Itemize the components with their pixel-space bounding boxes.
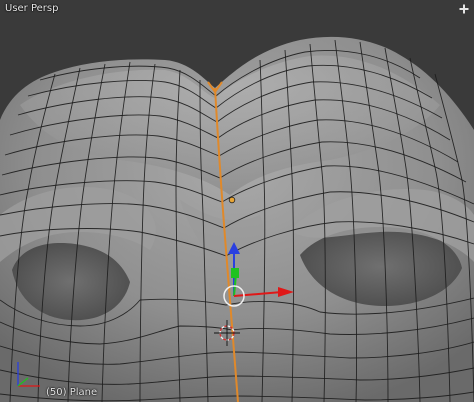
y-axis-handle[interactable] — [231, 268, 239, 278]
3d-viewport[interactable]: User Persp (50) Plane — [0, 0, 474, 402]
viewport-menu-button[interactable] — [458, 3, 470, 15]
axis-orientation-icon — [17, 362, 40, 387]
object-label: (50) Plane — [46, 387, 98, 398]
active-vertex[interactable] — [228, 196, 236, 204]
mesh-scene[interactable] — [0, 0, 474, 402]
plus-icon — [459, 4, 469, 14]
view-label: User Persp — [5, 3, 59, 14]
